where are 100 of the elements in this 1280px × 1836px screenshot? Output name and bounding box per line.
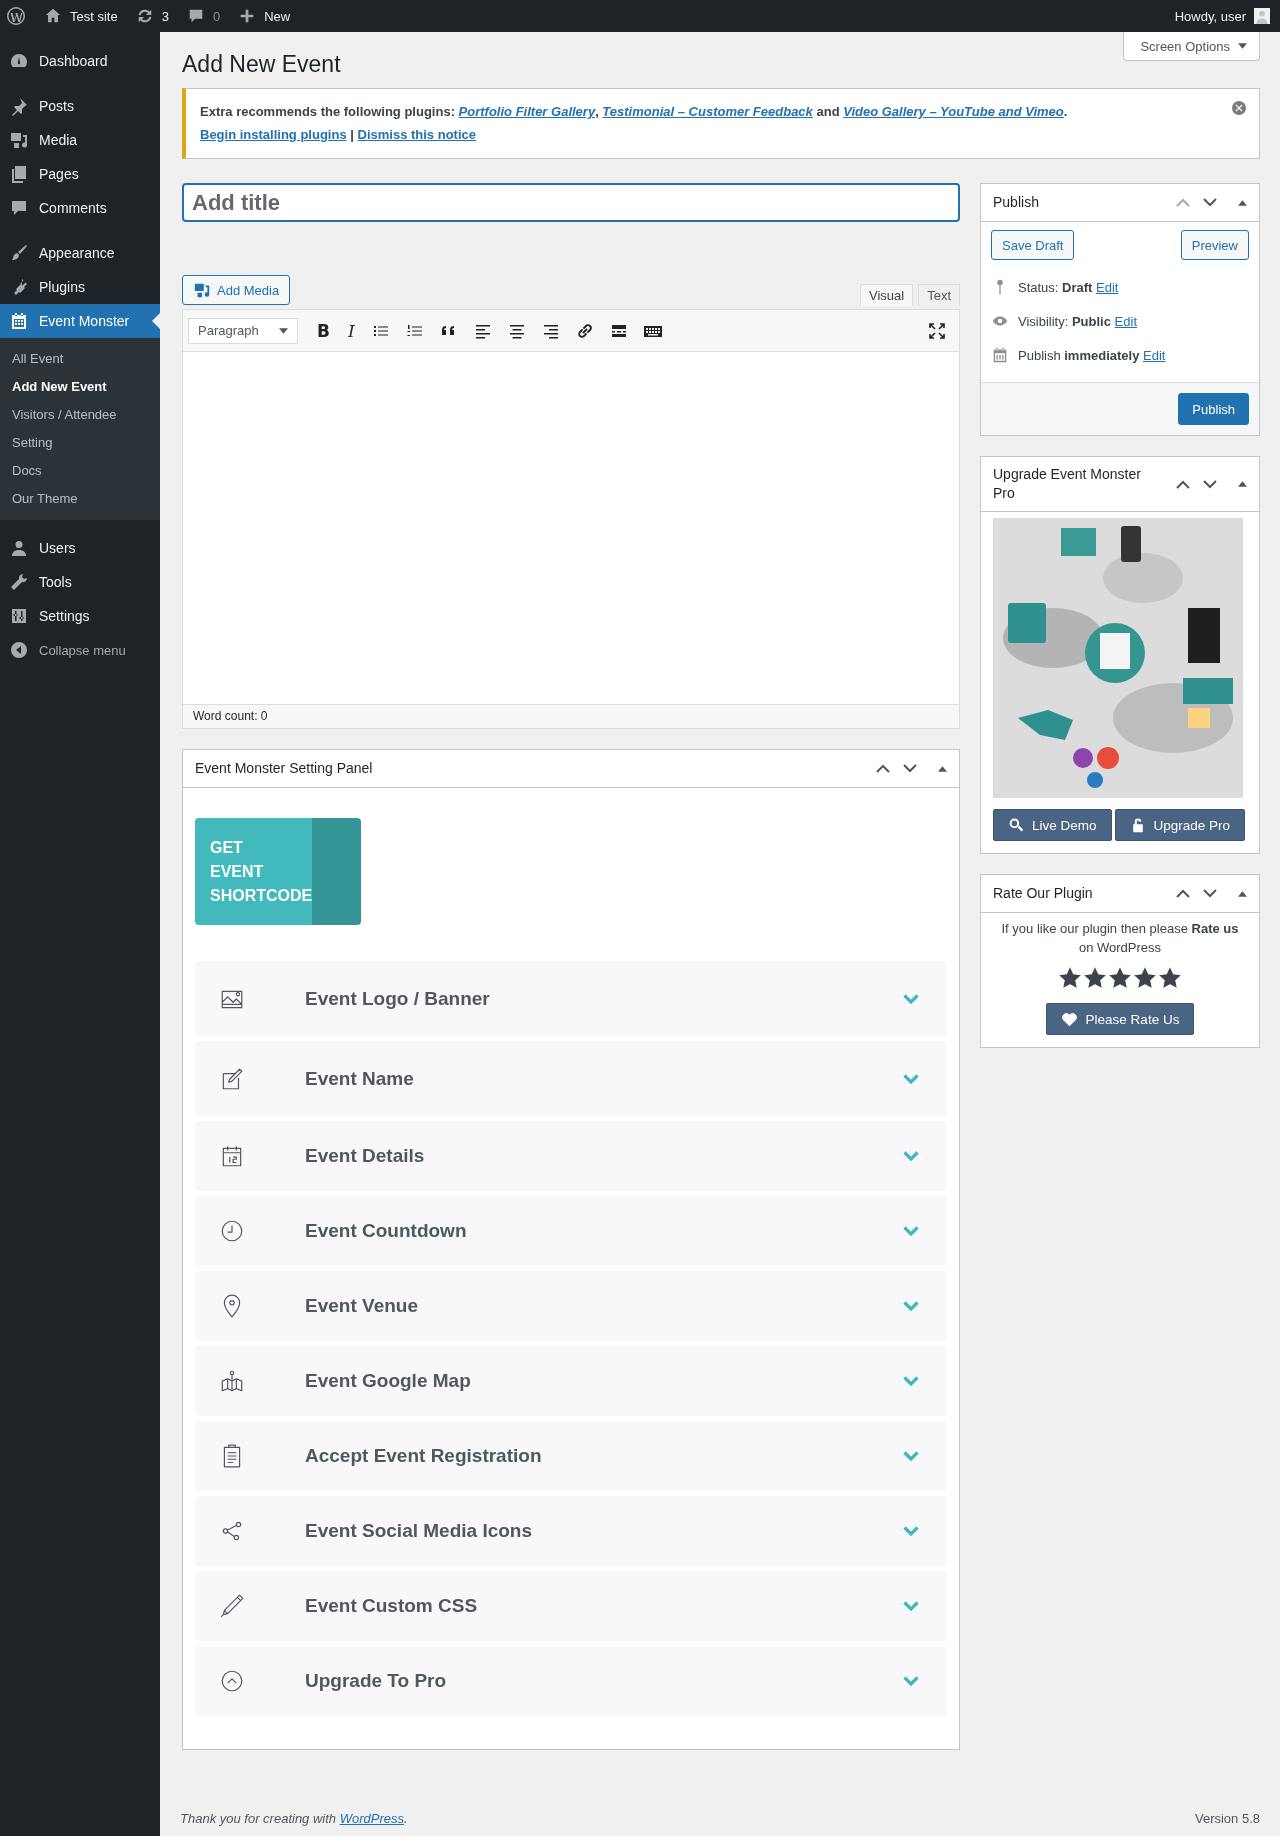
menu-item[interactable]: Posts	[0, 89, 160, 123]
person-icon	[9, 538, 29, 558]
demo-button[interactable]: Live Demo	[993, 809, 1112, 841]
notice-link[interactable]: Begin installing plugins	[200, 127, 347, 142]
publish-setting: Publish immediately Edit	[1018, 347, 1166, 363]
menu-item[interactable]: Appearance	[0, 236, 160, 270]
updates-link[interactable]: 3	[135, 7, 169, 25]
publish-button[interactable]: Publish	[1178, 393, 1249, 425]
upgrade-button[interactable]: Upgrade Pro	[1114, 809, 1246, 841]
avatar-icon	[1254, 8, 1270, 24]
chevron-down-icon	[903, 1073, 919, 1084]
chevron-up-icon[interactable]	[1176, 479, 1190, 489]
menu-item[interactable]: Event Monster	[0, 304, 160, 338]
plugin-link[interactable]: Portfolio Filter Gallery	[458, 104, 596, 119]
editor-tab[interactable]: Visual	[859, 284, 914, 306]
accordion-item[interactable]: Event Logo / Banner	[195, 961, 947, 1036]
fullscreen-icon[interactable]	[926, 320, 948, 341]
accordion-item[interactable]: Event Google Map	[195, 1346, 947, 1416]
notice-message: Extra recommends the following plugins: Portfolio Filter Gallery, Testimonial – Customer Feedback and Video Gallery – YouTube and Vimeo.	[200, 103, 1069, 121]
pencil-icon	[219, 1593, 245, 1619]
collapse-icon[interactable]	[1238, 890, 1247, 897]
menu-item[interactable]: Media	[0, 123, 160, 157]
menu-item[interactable]: Dashboard	[0, 44, 160, 78]
close-icon[interactable]	[1232, 101, 1246, 115]
preview-button[interactable]: Preview	[1180, 230, 1249, 260]
chevron-down-icon	[903, 1601, 919, 1611]
menu-item[interactable]: Settings	[0, 599, 160, 633]
rate-button[interactable]: Please Rate Us	[1045, 1003, 1195, 1035]
rate-message: If you like our plugin then please Rate us on WordPress	[1000, 920, 1240, 957]
accordion-item[interactable]: Upgrade To Pro	[195, 1646, 947, 1716]
submenu-item[interactable]: Setting	[0, 429, 160, 457]
collapse-icon[interactable]	[1238, 481, 1247, 487]
editor-tab[interactable]: Text	[918, 284, 960, 306]
chevron-down-icon	[903, 1526, 919, 1536]
edit-link[interactable]: Edit	[1143, 347, 1166, 363]
search-icon	[1008, 817, 1024, 833]
account-link[interactable]: Howdy, user	[1174, 8, 1270, 24]
box-title: Publish	[993, 193, 1039, 212]
chevron-down-icon	[903, 1226, 919, 1236]
plugin-link[interactable]: Testimonial – Customer Feedback	[602, 104, 813, 119]
accordion-item[interactable]: Event Details	[195, 1121, 947, 1191]
screen-options-button[interactable]: Screen Options	[1123, 32, 1260, 61]
new-link[interactable]: New	[238, 7, 291, 25]
menu-item[interactable]: Comments	[0, 191, 160, 225]
chevron-up-icon[interactable]	[1176, 889, 1190, 898]
clock-icon	[219, 1218, 245, 1244]
site-link[interactable]: Test site	[44, 7, 118, 25]
calendar-icon	[991, 346, 1009, 364]
logo-icon[interactable]	[6, 6, 26, 26]
edit-link[interactable]: Edit	[1114, 313, 1137, 329]
chevron-down-icon[interactable]	[1203, 198, 1217, 207]
collapse-icon	[9, 640, 29, 660]
accordion-item[interactable]: Event Venue	[195, 1271, 947, 1341]
collapse-icon[interactable]	[938, 765, 947, 772]
wrench-icon	[9, 572, 29, 592]
submenu-item[interactable]: Our Theme	[0, 485, 160, 513]
chevron-down-icon	[903, 993, 919, 1004]
collapse-icon[interactable]	[1238, 199, 1247, 206]
pages-icon	[9, 164, 29, 184]
submenu-item[interactable]: Add New Event	[0, 373, 160, 401]
accordion-item[interactable]: Event Custom CSS	[195, 1571, 947, 1641]
chevron-down-icon[interactable]	[1203, 479, 1217, 489]
title-field[interactable]: Add title	[182, 183, 960, 222]
caret-icon	[1238, 43, 1247, 49]
save-draft-button[interactable]: Save Draft	[991, 230, 1075, 260]
caret-icon	[279, 327, 288, 334]
chevron-down-icon	[903, 1376, 919, 1386]
menu-item[interactable]: Users	[0, 531, 160, 565]
menu-item[interactable]: Plugins	[0, 270, 160, 304]
format-select[interactable]: Paragraph	[188, 317, 298, 344]
comments-link[interactable]: 0	[186, 7, 221, 25]
chevron-down-icon[interactable]	[1203, 889, 1217, 898]
submenu-item[interactable]: Docs	[0, 457, 160, 485]
accordion-item[interactable]: Accept Event Registration	[195, 1421, 947, 1491]
wordpress-link[interactable]: WordPress	[339, 1811, 404, 1826]
notice-link[interactable]: Dismiss this notice	[357, 127, 476, 142]
submenu-item[interactable]: Visitors / Attendee	[0, 401, 160, 429]
menu-item[interactable]: Pages	[0, 157, 160, 191]
chevron-down-icon	[903, 1151, 919, 1161]
upgrade-icon	[219, 1668, 245, 1694]
chevron-down-icon[interactable]	[903, 764, 917, 773]
accordion-item[interactable]: Event Countdown	[195, 1196, 947, 1266]
box-title: Rate Our Plugin	[993, 884, 1093, 903]
bold-button[interactable]: B	[314, 320, 333, 341]
chevron-up-icon[interactable]	[876, 764, 890, 773]
edit-link[interactable]: Edit	[1096, 279, 1119, 295]
accordion-item[interactable]: Event Social Media Icons	[195, 1496, 947, 1566]
accordion-item[interactable]: Event Name	[195, 1041, 947, 1116]
add-media-button[interactable]: Add Media	[182, 275, 291, 305]
notice-actions: Begin installing plugins | Dismiss this notice	[200, 126, 477, 144]
submenu-item[interactable]: All Event	[0, 345, 160, 373]
version-text: Version 5.8	[1194, 1811, 1260, 1826]
box-title: Upgrade Event Monster Pro	[993, 465, 1142, 503]
word-count: Word count: 0	[183, 704, 959, 728]
plugin-link[interactable]: Video Gallery – YouTube and Vimeo	[843, 104, 1064, 119]
chevron-down-icon	[903, 1301, 919, 1311]
italic-button[interactable]: I	[344, 320, 358, 341]
menu-item[interactable]: Tools	[0, 565, 160, 599]
page-title: Add New Event	[182, 50, 341, 79]
menu-item[interactable]: Collapse menu	[0, 633, 160, 667]
